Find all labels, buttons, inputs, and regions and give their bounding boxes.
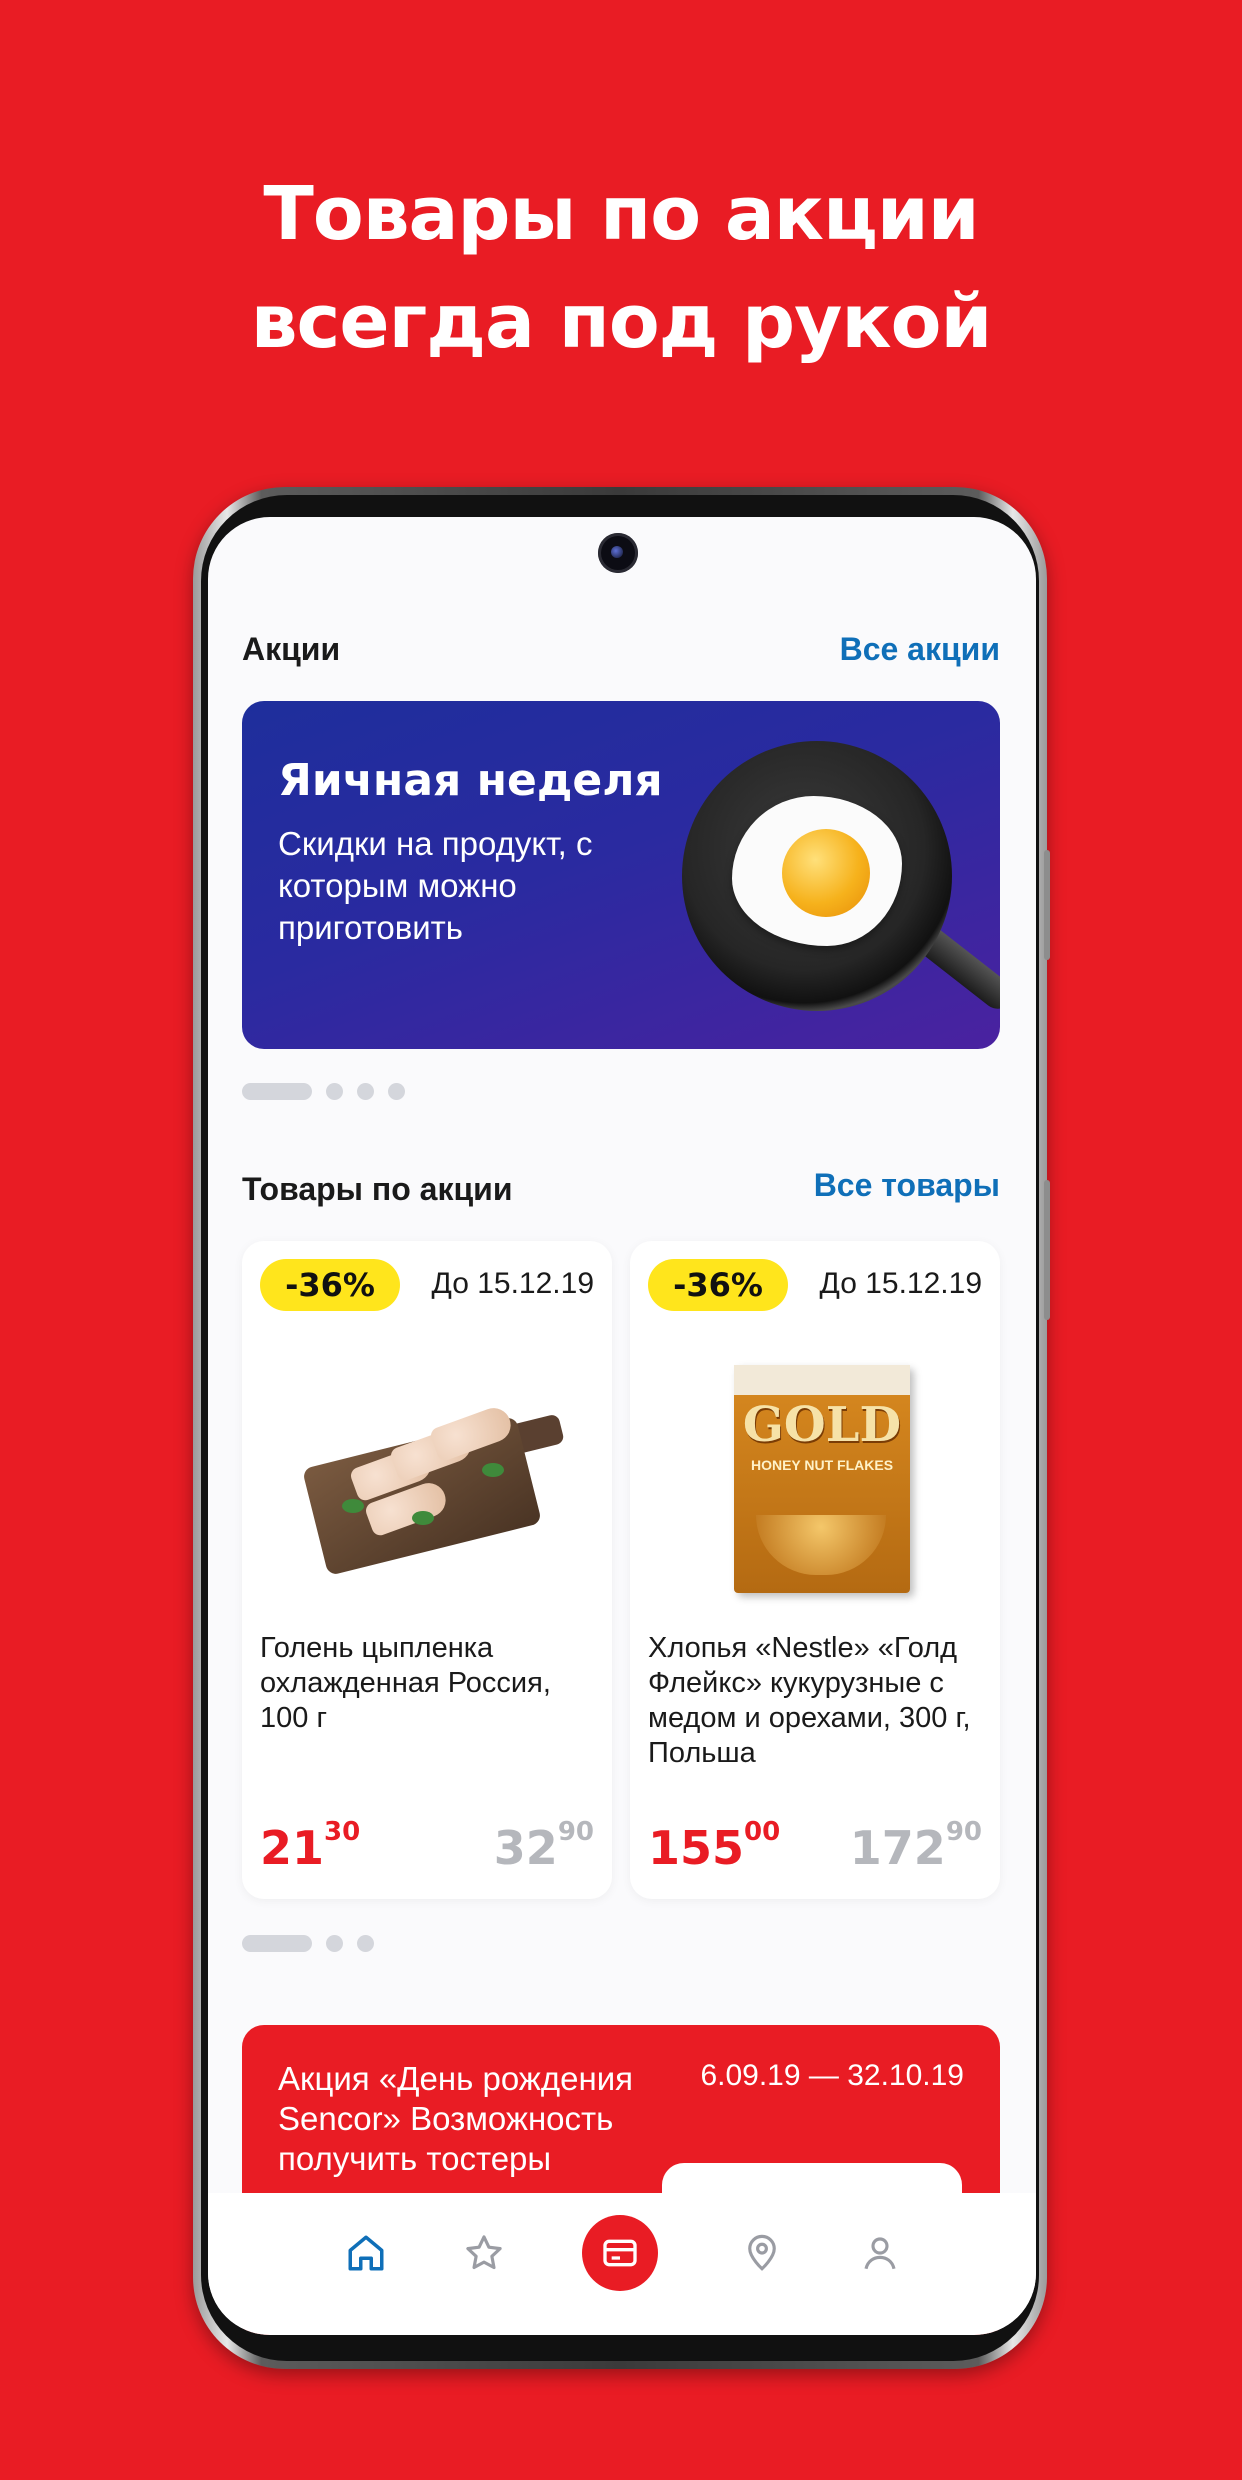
banner-pager bbox=[242, 1083, 405, 1100]
promo-headline: Товары по акции всегда под рукой bbox=[0, 160, 1242, 376]
phone-volume-button bbox=[1044, 850, 1050, 960]
old-price: 17290 bbox=[849, 1817, 982, 1875]
banner-title: Яичная неделя bbox=[278, 755, 663, 806]
promo-banner[interactable]: Яичная неделя Скидки на продукт, с котор… bbox=[242, 701, 1000, 1049]
promo-card-title: Акция «День рождения Sencor» Возможность… bbox=[278, 2060, 634, 2177]
promotions-title: Акции bbox=[242, 631, 341, 667]
pager-dot[interactable] bbox=[326, 1935, 343, 1952]
app-screen: Акции Все акции Яичная неделя Скидки на … bbox=[208, 517, 1036, 2335]
cereal-box-image: GOLD HONEY NUT FLAKES bbox=[734, 1365, 910, 1593]
pager-dot-active[interactable] bbox=[242, 1935, 312, 1952]
discount-badge: -36% bbox=[260, 1259, 400, 1311]
headline-line-1: Товары по акции bbox=[263, 171, 979, 257]
all-promotions-link[interactable]: Все акции bbox=[840, 631, 1000, 668]
product-name: Голень цыпленка охлажденная Россия, 100 … bbox=[260, 1632, 551, 1734]
offer-end-date: До 15.12.19 bbox=[819, 1267, 982, 1300]
product-card[interactable]: -36% До 15.12.19 Голень цыпленка охлажде… bbox=[242, 1241, 612, 1899]
pager-dot[interactable] bbox=[357, 1935, 374, 1952]
headline-line-2: всегда под рукой bbox=[250, 279, 993, 365]
phone-power-button bbox=[1044, 1180, 1050, 1320]
banner-text: Скидки на продукт, с которым можно приго… bbox=[278, 825, 593, 946]
sale-price: 15500 bbox=[648, 1817, 781, 1875]
front-camera bbox=[598, 533, 638, 573]
offer-end-date: До 15.12.19 bbox=[431, 1267, 594, 1300]
products-pager bbox=[242, 1935, 374, 1952]
products-title: Товары по акции bbox=[242, 1171, 513, 1207]
package-subtitle: HONEY NUT FLAKES bbox=[750, 1457, 894, 1473]
location-pin-icon[interactable] bbox=[732, 2223, 792, 2283]
sale-price: 2130 bbox=[260, 1817, 361, 1875]
star-icon[interactable] bbox=[454, 2223, 514, 2283]
promo-card-dates: 6.09.19 — 32.10.19 bbox=[700, 2059, 964, 2092]
package-brand: GOLD bbox=[742, 1397, 902, 1453]
all-products-link[interactable]: Все товары bbox=[814, 1167, 1000, 1204]
profile-icon[interactable] bbox=[850, 2223, 910, 2283]
card-icon[interactable] bbox=[582, 2215, 658, 2291]
pager-dot[interactable] bbox=[326, 1083, 343, 1100]
bottom-navigation bbox=[208, 2193, 1036, 2335]
pager-dot-active[interactable] bbox=[242, 1083, 312, 1100]
old-price: 3290 bbox=[493, 1817, 594, 1875]
pager-dot[interactable] bbox=[357, 1083, 374, 1100]
egg-yolk bbox=[782, 829, 870, 917]
home-icon[interactable] bbox=[336, 2223, 396, 2283]
discount-badge: -36% bbox=[648, 1259, 788, 1311]
pager-dot[interactable] bbox=[388, 1083, 405, 1100]
product-card[interactable]: -36% До 15.12.19 GOLD HONEY NUT FLAKES Х… bbox=[630, 1241, 1000, 1899]
product-name: Хлопья «Nestle» «Голд Флейкс» кукурузные… bbox=[648, 1632, 971, 1769]
